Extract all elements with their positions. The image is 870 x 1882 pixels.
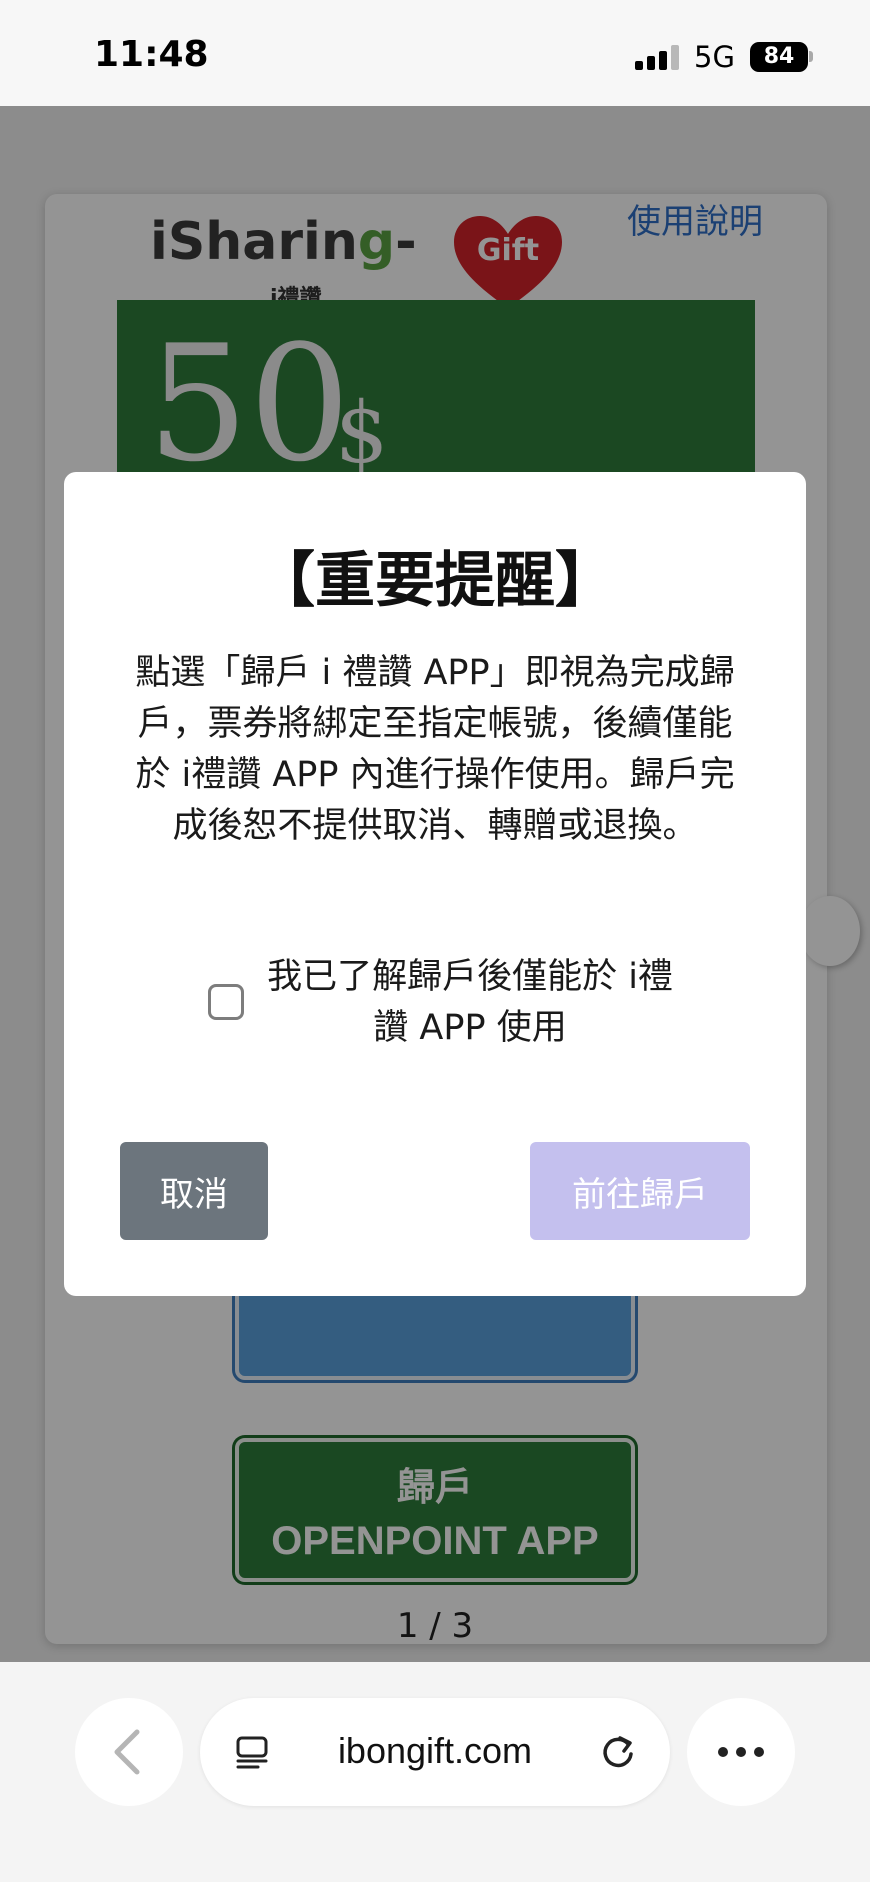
more-options-button[interactable]: [687, 1698, 795, 1806]
acknowledge-label[interactable]: 我已了解歸戶後僅能於 i禮讚 APP 使用: [260, 952, 680, 1054]
address-bar[interactable]: ibongift.com: [200, 1698, 670, 1806]
acknowledge-row[interactable]: 我已了解歸戶後僅能於 i禮讚 APP 使用: [208, 952, 708, 1062]
battery-icon: 84: [750, 42, 808, 72]
proceed-redeem-button[interactable]: 前往歸戶: [530, 1142, 750, 1240]
ellipsis-icon: [718, 1747, 764, 1757]
acknowledge-checkbox[interactable]: [208, 984, 244, 1020]
status-bar: 11:48 5G 84: [0, 0, 870, 106]
signal-icon: [635, 44, 681, 70]
network-type: 5G: [694, 40, 735, 74]
status-time: 11:48: [94, 34, 209, 75]
cancel-button[interactable]: 取消: [120, 1142, 268, 1240]
reload-icon[interactable]: [598, 1732, 638, 1772]
dialog-title: 【重要提醒】: [255, 546, 615, 616]
dialog-message: 點選「歸戶 i 禮讚 APP」即視為完成歸戶，票券將綁定至指定帳號，後續僅能於 …: [135, 653, 735, 846]
browser-toolbar: ibongift.com: [0, 1662, 870, 1882]
battery-tip: [809, 51, 813, 62]
important-notice-dialog: 【重要提醒】 點選「歸戶 i 禮讚 APP」即視為完成歸戶，票券將綁定至指定帳號…: [64, 472, 806, 1296]
back-button[interactable]: [75, 1698, 183, 1806]
chevron-left-icon: [114, 1729, 140, 1775]
